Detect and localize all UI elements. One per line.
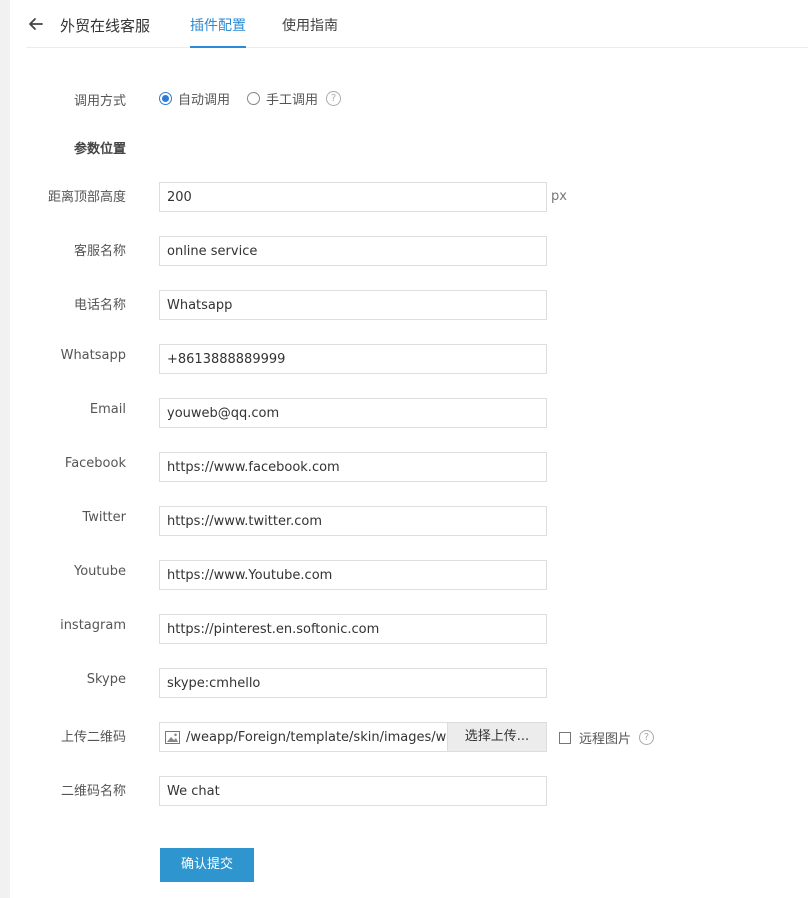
radio-auto-call-label: 自动调用 xyxy=(178,93,231,108)
twitter-input[interactable] xyxy=(159,506,547,536)
tab-plugin-config[interactable]: 插件配置 xyxy=(190,15,246,48)
upload-qrcode-label: 上传二维码 xyxy=(60,730,126,745)
service-name-label: 客服名称 xyxy=(73,244,126,259)
submit-button[interactable]: 确认提交 xyxy=(160,848,254,882)
main-panel: 外贸在线客服 插件配置 使用指南 调用方式 自动调用 手工调用 ? 参数位置 距… xyxy=(10,0,808,898)
instagram-label: instagram xyxy=(60,618,126,633)
help-icon[interactable]: ? xyxy=(639,730,655,745)
radio-manual-call-dot[interactable] xyxy=(247,92,260,105)
whatsapp-label: Whatsapp xyxy=(60,348,126,363)
service-name-input[interactable] xyxy=(159,236,547,266)
email-label: Email xyxy=(89,402,126,417)
help-icon[interactable]: ? xyxy=(326,91,342,106)
section-title-position: 参数位置 xyxy=(73,142,126,157)
page-header: 外贸在线客服 插件配置 使用指南 xyxy=(26,0,808,48)
whatsapp-input[interactable] xyxy=(159,344,547,374)
skype-label: Skype xyxy=(86,672,126,687)
unit-px: px xyxy=(551,189,567,204)
phone-name-input[interactable] xyxy=(159,290,547,320)
remote-image-label: 远程图片 xyxy=(579,732,632,747)
top-distance-label: 距离顶部高度 xyxy=(47,190,126,205)
facebook-label: Facebook xyxy=(64,456,126,471)
email-input[interactable] xyxy=(159,398,547,428)
choose-upload-button[interactable]: 选择上传... xyxy=(447,723,546,751)
upload-field[interactable]: /weapp/Foreign/template/skin/images/wech… xyxy=(159,722,547,752)
top-distance-input[interactable] xyxy=(159,182,547,212)
call-mode-label: 调用方式 xyxy=(73,94,126,109)
twitter-label: Twitter xyxy=(82,510,126,525)
remote-image-checkbox[interactable] xyxy=(559,731,571,744)
phone-name-label: 电话名称 xyxy=(73,298,126,313)
radio-manual-call[interactable]: 手工调用 ? xyxy=(247,89,342,108)
qrcode-name-label: 二维码名称 xyxy=(60,784,126,799)
remote-image-option[interactable]: 远程图片 ? xyxy=(559,728,655,747)
radio-auto-call[interactable]: 自动调用 xyxy=(159,89,230,108)
page-title: 外贸在线客服 xyxy=(60,17,151,35)
upload-path-text: /weapp/Foreign/template/skin/images/wech… xyxy=(186,730,448,745)
instagram-input[interactable] xyxy=(159,614,547,644)
skype-input[interactable] xyxy=(159,668,547,698)
facebook-input[interactable] xyxy=(159,452,547,482)
tab-usage-guide[interactable]: 使用指南 xyxy=(282,15,338,48)
qrcode-name-input[interactable] xyxy=(159,776,547,806)
youtube-label: Youtube xyxy=(74,564,126,579)
back-arrow-icon[interactable] xyxy=(26,14,46,34)
radio-auto-call-dot[interactable] xyxy=(159,92,172,105)
youtube-input[interactable] xyxy=(159,560,547,590)
radio-manual-call-label: 手工调用 xyxy=(266,93,319,108)
image-icon xyxy=(165,731,180,744)
